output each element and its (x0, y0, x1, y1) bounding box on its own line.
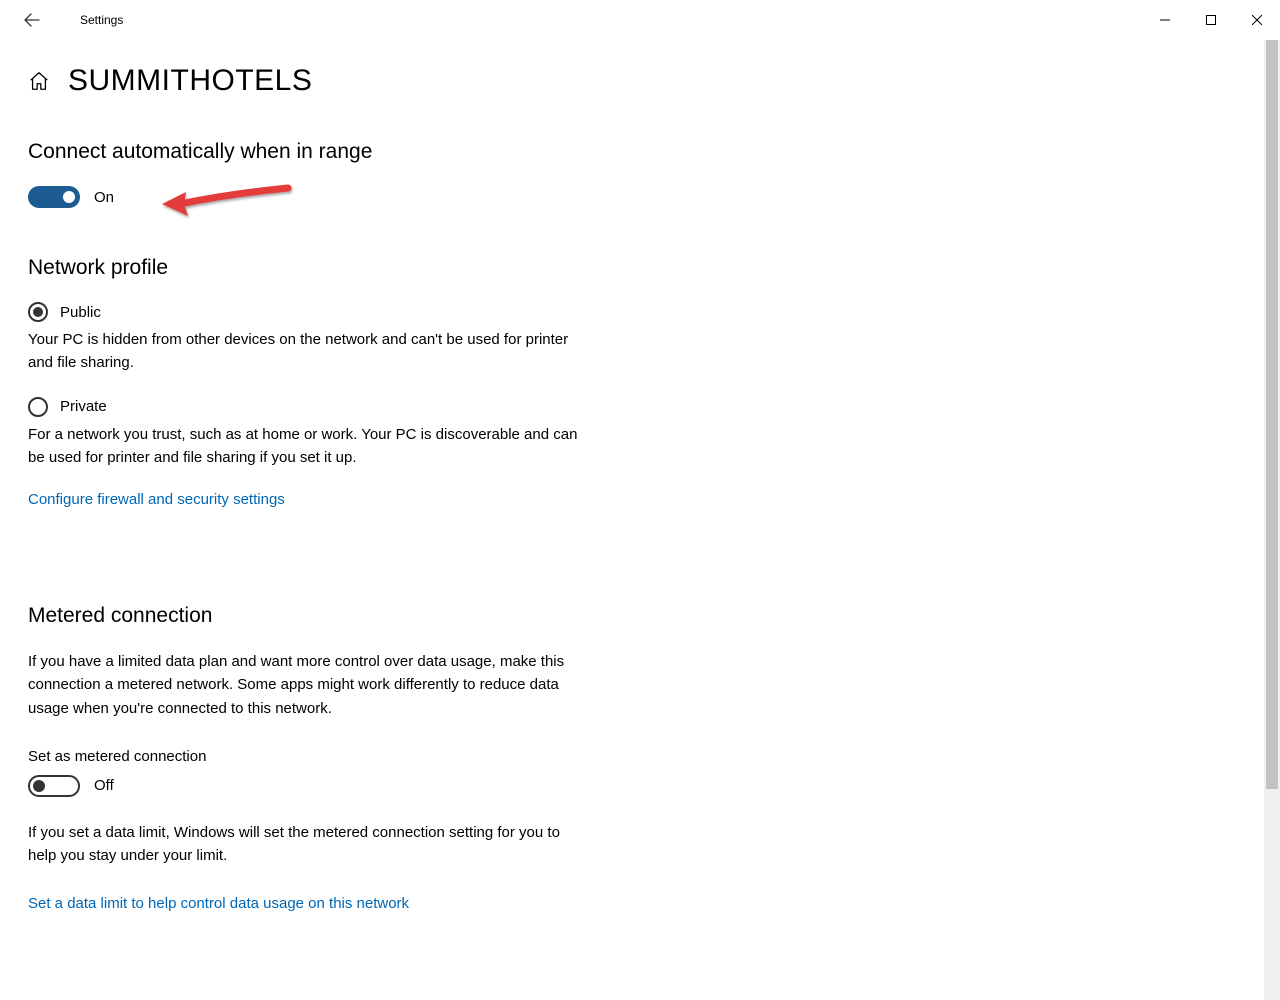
back-button[interactable] (16, 4, 48, 36)
window-title: Settings (80, 13, 123, 27)
network-profile-private-group: Private For a network you trust, such as… (28, 397, 652, 470)
window-controls (1142, 4, 1280, 36)
metered-description: If you have a limited data plan and want… (28, 650, 588, 720)
radio-public[interactable]: Public (28, 302, 652, 322)
radio-private[interactable]: Private (28, 397, 652, 417)
back-arrow-icon (24, 12, 40, 28)
scrollbar-thumb[interactable] (1266, 40, 1278, 789)
radio-public-label: Public (60, 304, 101, 321)
scrollbar-track[interactable] (1264, 40, 1280, 1000)
auto-connect-state-label: On (94, 189, 114, 206)
metered-note: If you set a data limit, Windows will se… (28, 821, 588, 868)
toggle-knob (33, 780, 45, 792)
metered-state-label: Off (94, 777, 114, 794)
home-icon-svg (28, 70, 50, 92)
radio-private-indicator (28, 397, 48, 417)
minimize-button[interactable] (1142, 4, 1188, 36)
toggle-knob (63, 191, 75, 203)
radio-private-label: Private (60, 398, 107, 415)
auto-connect-toggle-row: On (28, 186, 652, 208)
close-button[interactable] (1234, 4, 1280, 36)
metered-toggle[interactable] (28, 775, 80, 797)
metered-heading: Metered connection (28, 604, 652, 628)
firewall-settings-link[interactable]: Configure firewall and security settings (28, 491, 285, 508)
titlebar: Settings (0, 0, 1280, 40)
metered-toggle-label: Set as metered connection (28, 748, 652, 765)
titlebar-left: Settings (16, 4, 123, 36)
radio-private-description: For a network you trust, such as at home… (28, 423, 588, 470)
page-header: SUMMITHOTELS (28, 64, 652, 98)
auto-connect-heading: Connect automatically when in range (28, 140, 652, 164)
network-profile-heading: Network profile (28, 256, 652, 280)
home-icon[interactable] (28, 70, 50, 92)
auto-connect-toggle[interactable] (28, 186, 80, 208)
radio-public-indicator (28, 302, 48, 322)
content-area: SUMMITHOTELS Connect automatically when … (0, 40, 680, 913)
maximize-button[interactable] (1188, 4, 1234, 36)
minimize-icon (1160, 15, 1170, 25)
network-profile-public-group: Public Your PC is hidden from other devi… (28, 302, 652, 375)
maximize-icon (1206, 15, 1216, 25)
page-title: SUMMITHOTELS (68, 64, 312, 98)
radio-public-description: Your PC is hidden from other devices on … (28, 328, 588, 375)
close-icon (1252, 15, 1262, 25)
metered-toggle-row: Off (28, 775, 652, 797)
data-limit-link[interactable]: Set a data limit to help control data us… (28, 895, 409, 912)
annotation-arrow (158, 180, 298, 220)
